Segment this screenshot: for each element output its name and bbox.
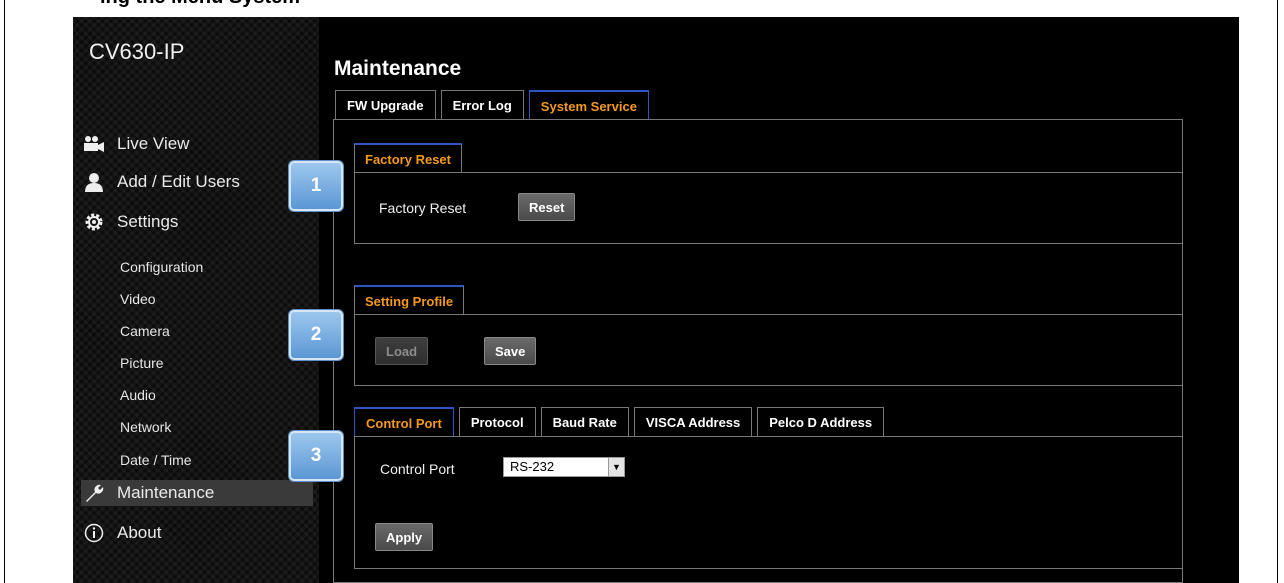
save-button[interactable]: Save: [484, 337, 537, 365]
web-app: CV630-IP Live View Add / Edit Users Sett…: [73, 17, 1239, 583]
sidebar-item-maintenance[interactable]: Maintenance: [81, 480, 313, 506]
control-port-selected-value: RS-232: [510, 459, 555, 474]
reset-button[interactable]: Reset: [518, 193, 576, 221]
gear-icon: [81, 211, 107, 233]
tab-control-port[interactable]: Control Port: [354, 407, 454, 436]
page-title: Maintenance: [334, 57, 462, 80]
factory-reset-box: Factory Reset Reset: [354, 172, 1183, 244]
sidebar-item-add-edit-users[interactable]: Add / Edit Users: [81, 169, 313, 195]
wrench-icon: [81, 482, 107, 504]
factory-reset-label: Factory Reset: [379, 200, 467, 216]
info-icon: [81, 522, 107, 544]
tab-baud-rate[interactable]: Baud Rate: [540, 407, 629, 436]
sidebar-item-label: Live View: [117, 134, 190, 153]
tab-protocol[interactable]: Protocol: [458, 407, 536, 436]
user-icon: [81, 171, 107, 193]
apply-button[interactable]: Apply: [375, 523, 434, 551]
callout-badge-1: 1: [289, 161, 343, 211]
sidebar-sub-configuration[interactable]: Configuration: [120, 259, 203, 275]
sidebar-item-label: Settings: [117, 212, 179, 231]
sidebar-sub-video[interactable]: Video: [120, 291, 156, 307]
tab-fw-upgrade[interactable]: FW Upgrade: [335, 90, 436, 119]
sidebar-item-label: Maintenance: [117, 483, 215, 502]
sidebar-item-label: About: [117, 523, 162, 542]
tab-pelco-d-address[interactable]: Pelco D Address: [757, 407, 885, 436]
callout-badge-3: 3: [289, 431, 343, 481]
document-heading: ing the Menu System: [100, 0, 300, 9]
sidebar: CV630-IP Live View Add / Edit Users Sett…: [73, 17, 319, 583]
callout-badge-2: 2: [289, 310, 343, 360]
sidebar-item-settings[interactable]: Settings: [81, 209, 313, 235]
tab-visca-address[interactable]: VISCA Address: [633, 407, 753, 436]
sidebar-item-about[interactable]: About: [81, 520, 313, 546]
setting-profile-box: Load Save: [354, 314, 1183, 386]
chevron-down-icon[interactable]: ▼: [608, 458, 624, 476]
factory-reset-section-title: Factory Reset: [354, 143, 462, 173]
sidebar-item-label: Add / Edit Users: [117, 172, 240, 191]
sidebar-sub-audio[interactable]: Audio: [120, 387, 156, 403]
sidebar-item-live-view[interactable]: Live View: [81, 131, 313, 157]
brand-title: CV630-IP: [89, 39, 185, 64]
control-port-box: Control Port RS-232 ▼ Apply: [354, 436, 1183, 569]
tab-system-service[interactable]: System Service: [528, 90, 649, 119]
main-content: Maintenance FW Upgrade Error Log System …: [319, 17, 1239, 583]
tab-error-log[interactable]: Error Log: [440, 90, 524, 119]
maintenance-tabs: FW Upgrade Error Log System Service: [335, 90, 649, 119]
setting-profile-section-title: Setting Profile: [354, 285, 465, 315]
sidebar-sub-picture[interactable]: Picture: [120, 355, 164, 371]
load-button[interactable]: Load: [375, 337, 429, 365]
sidebar-sub-camera[interactable]: Camera: [120, 323, 170, 339]
sidebar-sub-date-time[interactable]: Date / Time: [120, 452, 192, 468]
control-port-label: Control Port: [380, 461, 455, 477]
video-camera-icon: [81, 133, 107, 155]
sidebar-sub-network[interactable]: Network: [120, 419, 171, 435]
control-tabs: Control Port Protocol Baud Rate VISCA Ad…: [354, 407, 885, 436]
control-port-select[interactable]: RS-232 ▼: [503, 457, 625, 477]
